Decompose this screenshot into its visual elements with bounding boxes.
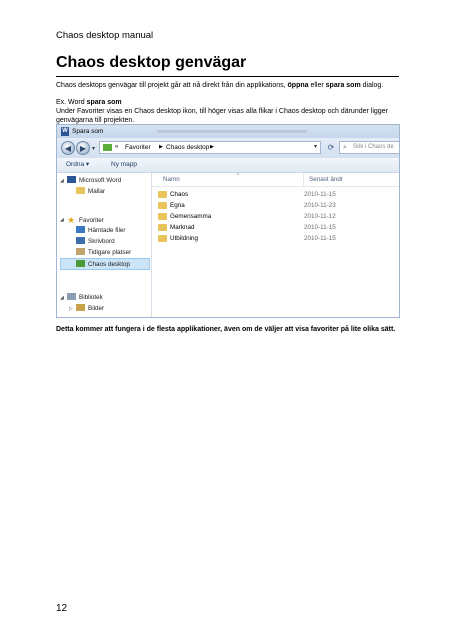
nav-item-hamtade-filer[interactable]: Hämtade filer [76,226,125,236]
favorites-paragraph: Under Favoriter visas en Chaos desktop i… [56,108,388,124]
nav-item-tidigare-platser[interactable]: Tidigare platser [76,248,131,258]
search-icon: ⌕ [343,144,347,151]
navigation-pane: ◢ Microsoft Word Mallar ◢ ★ Favoriter Häm… [57,173,152,317]
nav-label: Tidigare platser [88,249,132,256]
intro-text: Chaos desktops genvägar till projekt går… [56,82,288,89]
nav-item-bibliotek[interactable]: Bibliotek [67,293,103,303]
dialog-toolbar: Ordna ▾ Ny mapp [57,158,399,173]
nav-label: Bilder [88,305,105,312]
nav-item-microsoft-word[interactable]: Microsoft Word [67,176,121,186]
file-row[interactable]: Utbildning 2010-11-15 [152,233,399,244]
location-icon [103,144,112,151]
nav-label: Chaos desktop [88,261,131,268]
save-as-dialog-screenshot: W Spara som ◀ ▶ ▾ « Favoriter ▶ Chaos de… [56,124,400,318]
file-name: Marknad [170,224,195,231]
organize-button[interactable]: Ordna ▾ [66,158,89,172]
intro-paragraph: Chaos desktops genvägar till projekt går… [56,82,400,91]
intro-open-bold: öppna [287,82,309,89]
sort-caret-icon: ^ [237,173,240,179]
collapse-arrow-icon[interactable]: ◢ [60,178,64,184]
file-row[interactable]: Marknad 2010-11-15 [152,222,399,233]
page-number: 12 [56,603,68,614]
file-date: 2010-11-15 [304,235,336,242]
collapse-arrow-icon[interactable]: ◢ [60,217,64,223]
folder-icon [158,213,167,220]
star-icon: ★ [67,215,76,225]
column-name-header[interactable]: Namn [163,173,180,186]
pictures-icon [76,304,85,311]
example-text: Ex. Word [56,99,87,106]
address-bar[interactable]: « Favoriter ▶ Chaos desktop ▶ ▾ [99,141,321,154]
file-list: Namn ^ Senast ändr Chaos 2010-11-15 Egna 2… [152,173,399,317]
intro-text: eller [308,82,326,89]
file-name: Chaos [170,191,189,198]
nav-label: Microsoft Word [79,177,122,184]
file-row[interactable]: Egna 2010-11-23 [152,200,399,211]
title-rule [56,76,399,77]
breadcrumb-favoriter[interactable]: Favoriter [125,142,151,153]
example-line: Ex. Word spara som [56,99,400,108]
search-placeholder: Sök i Chaos de [353,144,394,150]
chaos-desktop-icon [76,260,85,267]
nav-item-skrivbord[interactable]: Skrivbord [76,237,115,247]
nav-item-chaos-desktop[interactable]: Chaos desktop [60,258,150,270]
overflow-chevron-icon: « [115,144,119,150]
collapse-arrow-icon[interactable]: ◢ [60,295,64,301]
forward-button[interactable]: ▶ [76,141,90,155]
file-row[interactable]: Gemensamma 2010-11-12 [152,211,399,222]
nav-item-bilder[interactable]: Bilder [76,304,104,314]
file-date: 2010-11-12 [304,213,336,220]
word-icon: W [61,127,69,136]
breadcrumb-arrow-icon[interactable]: ▶ [210,142,214,153]
new-folder-button[interactable]: Ny mapp [111,158,137,172]
file-name: Gemensamma [170,213,212,220]
address-dropdown-icon[interactable]: ▾ [314,142,317,153]
nav-item-favoriter[interactable]: ★ Favoriter [67,215,104,225]
nav-label: Mallar [88,188,106,195]
column-header: Namn ^ Senast ändr [152,173,399,187]
dialog-title: Spara som [72,128,104,135]
folder-icon [158,202,167,209]
folder-icon [76,187,85,194]
running-header: Chaos desktop manual [56,30,154,41]
file-name: Utbildning [170,235,199,242]
libraries-icon [67,293,76,300]
file-date: 2010-11-15 [304,224,336,231]
nav-label: Favoriter [79,217,104,224]
intro-saveas-bold: spara som [325,82,361,89]
blurred-window-title [157,130,307,133]
column-divider[interactable] [303,173,304,186]
downloads-icon [76,226,85,233]
breadcrumb-chaos-desktop[interactable]: Chaos desktop [166,142,209,153]
intro-text: dialog. [360,82,384,89]
column-date-header[interactable]: Senast ändr [309,173,343,186]
refresh-icon[interactable]: ⟳ [325,141,337,154]
nav-item-mallar[interactable]: Mallar [76,187,105,197]
expand-arrow-icon[interactable]: ▷ [69,306,73,312]
desktop-icon [76,237,85,244]
folder-icon [158,191,167,198]
file-date: 2010-11-23 [304,202,336,209]
nav-label: Bibliotek [79,294,103,301]
breadcrumb-arrow-icon[interactable]: ▶ [159,142,163,153]
closing-note: Detta kommer att fungera i de flesta app… [56,326,396,333]
nav-label: Skrivbord [88,238,115,245]
dialog-titlebar: W Spara som [57,125,399,138]
recent-places-icon [76,248,85,255]
history-dropdown-icon[interactable]: ▾ [92,145,95,152]
word-icon [67,176,76,183]
search-input[interactable]: ⌕ Sök i Chaos de [339,141,399,154]
nav-label: Hämtade filer [88,227,126,234]
folder-icon [158,224,167,231]
example-bold: spara som [86,99,122,106]
file-row[interactable]: Chaos 2010-11-15 [152,189,399,200]
dialog-navbar: ◀ ▶ ▾ « Favoriter ▶ Chaos desktop ▶ ▾ ⟳ … [57,138,399,158]
back-button[interactable]: ◀ [61,141,75,155]
file-date: 2010-11-15 [304,191,336,198]
page-title: Chaos desktop genvägar [56,54,247,71]
folder-icon [158,235,167,242]
file-name: Egna [170,202,185,209]
